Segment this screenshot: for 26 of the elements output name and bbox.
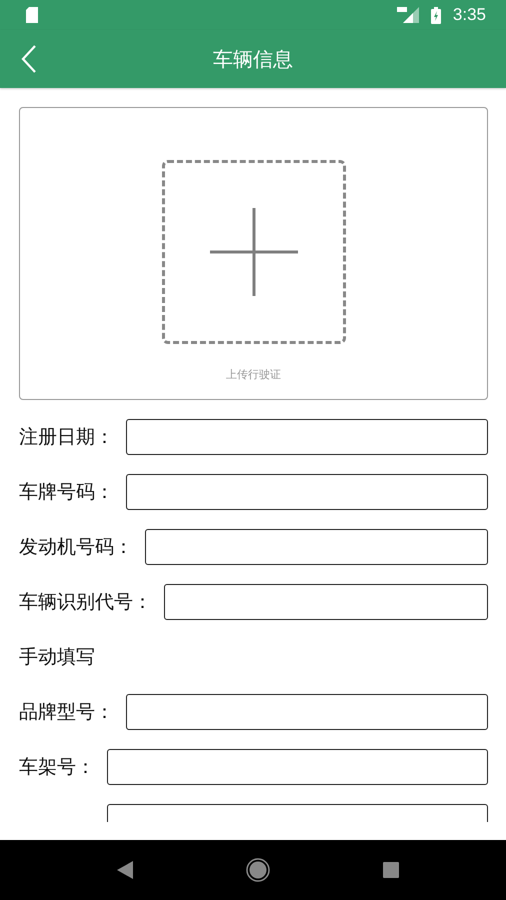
recents-nav-icon[interactable] [383,862,400,878]
input-field[interactable] [145,529,488,565]
field-label: 发动机号码： [19,535,133,560]
input-field[interactable] [164,584,488,620]
field-label: 车牌号码： [19,480,114,505]
field-label: 品牌型号： [19,700,114,725]
section-heading: 手动填写 [19,645,95,670]
field-label: 注册日期： [19,425,114,450]
add-photo-area[interactable] [162,160,346,344]
home-nav-icon[interactable] [246,858,270,882]
sd-card-icon [26,7,38,23]
upload-caption: 上传行驶证 [226,367,281,382]
clock-time: 3:35 [452,5,486,25]
input-field[interactable] [126,694,488,730]
input-field[interactable] [126,419,488,455]
back-icon[interactable] [21,45,37,73]
input-field[interactable] [126,474,488,510]
plus-icon [210,208,298,296]
back-nav-icon[interactable] [116,861,133,879]
battery-icon [430,6,441,24]
field-label: 车架号： [19,755,95,780]
input-field[interactable] [107,749,488,785]
signal-icon [396,7,419,23]
page-title: 车辆信息 [213,46,293,72]
field-label: 车辆识别代号： [19,590,152,615]
upload-card[interactable]: 上传行驶证 [19,107,488,400]
